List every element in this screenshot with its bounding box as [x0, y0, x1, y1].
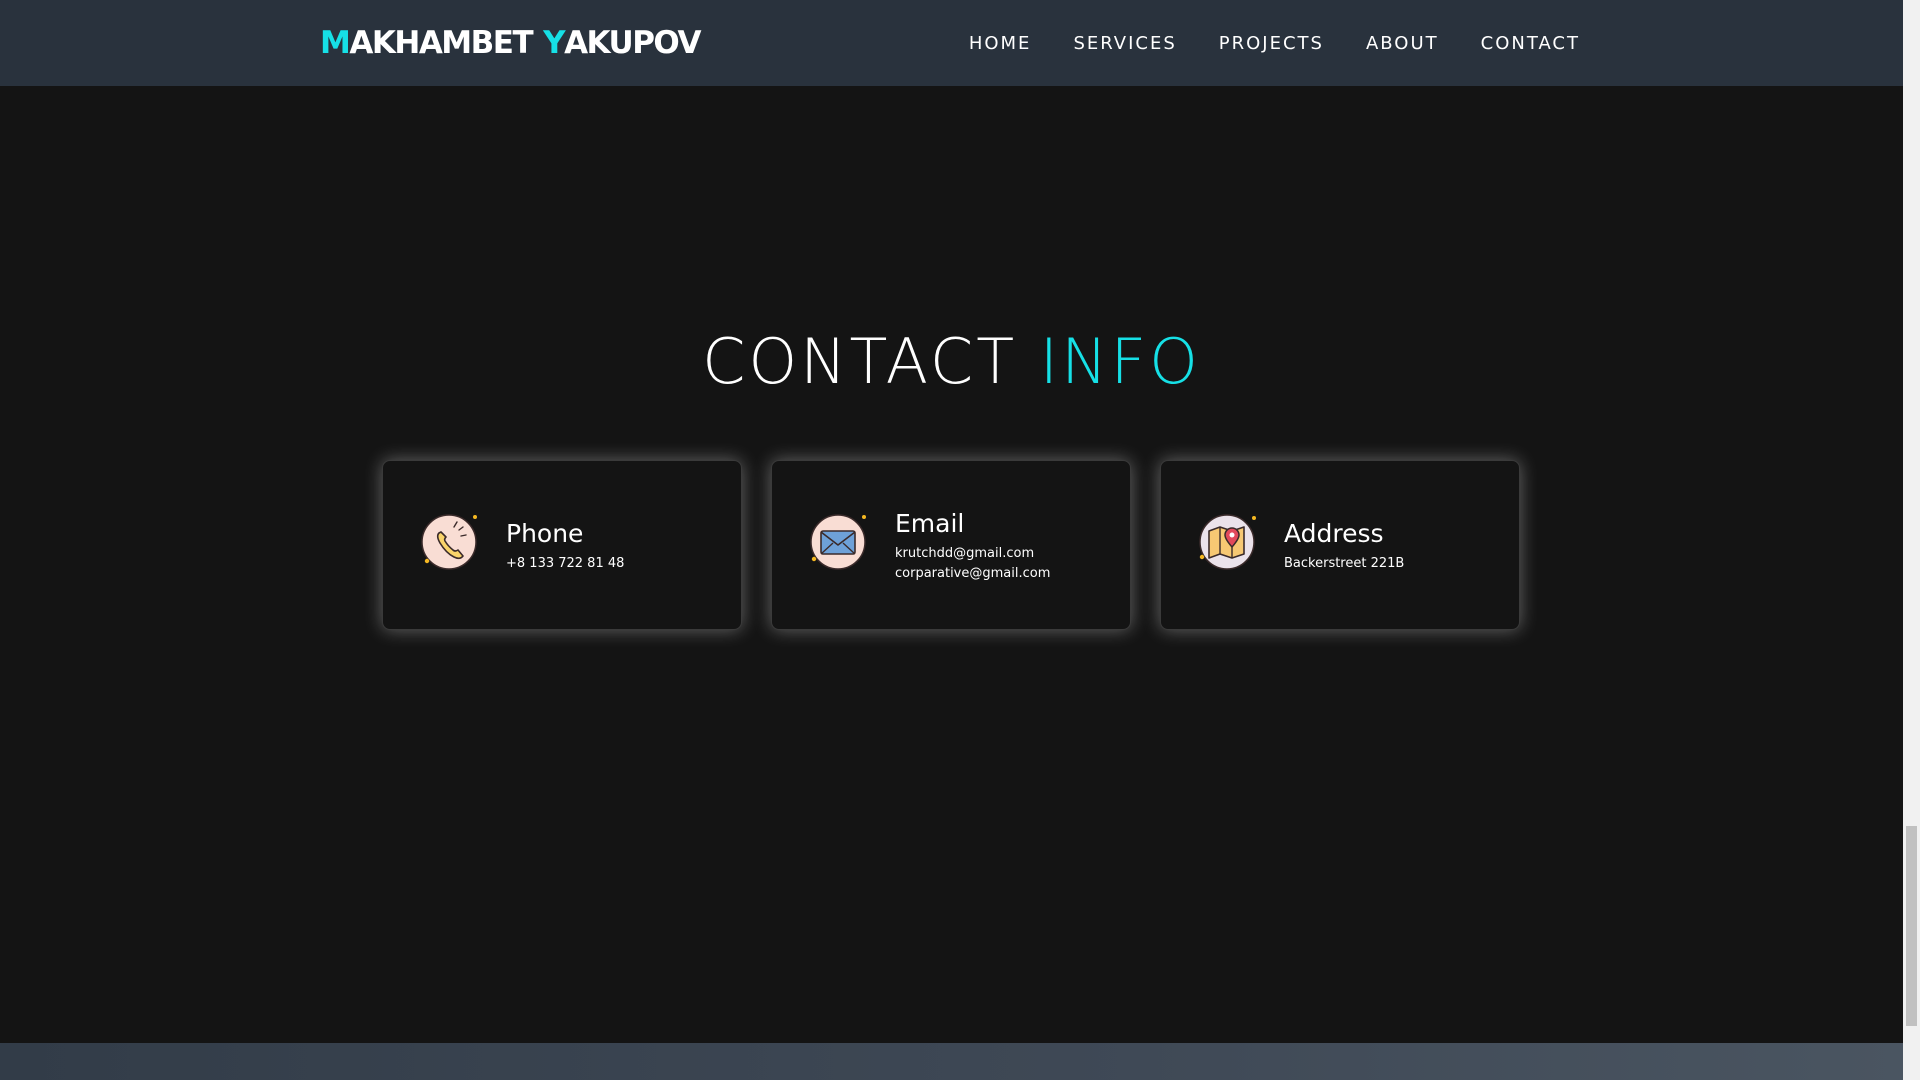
phone-icon [421, 514, 477, 570]
logo-last-name: AKUPOV [564, 25, 701, 61]
nav-about[interactable]: ABOUT [1366, 33, 1439, 54]
email-label: Email [895, 509, 965, 538]
main-nav: HOME SERVICES PROJECTS ABOUT CONTACT [969, 0, 1580, 86]
envelope-icon [810, 514, 866, 570]
logo-initial-last: Y [543, 25, 565, 61]
header: M AKHAMBET Y AKUPOV HOME SERVICES PROJECTS … [0, 0, 1903, 86]
nav-services[interactable]: SERVICES [1073, 33, 1176, 54]
scrollbar-thumb[interactable] [1906, 826, 1917, 1026]
email-address-1[interactable]: krutchdd@gmail.com [895, 544, 1050, 564]
page-scrollbar[interactable] [1903, 0, 1920, 1080]
section-title-main: CONTACT [702, 325, 1018, 398]
footer-strip [0, 1043, 1903, 1080]
nav-projects[interactable]: PROJECTS [1219, 33, 1324, 54]
nav-contact[interactable]: CONTACT [1481, 33, 1580, 54]
map-pin-icon [1199, 514, 1256, 570]
contact-card-email: Email krutchdd@gmail.com corparative@gma… [771, 460, 1131, 630]
section-title: CONTACT INFO [0, 325, 1903, 398]
phone-label: Phone [506, 519, 584, 548]
logo-initial-first: M [320, 25, 351, 61]
contact-card-phone: Phone +8 133 722 81 48 [382, 460, 742, 630]
phone-number[interactable]: +8 133 722 81 48 [506, 554, 624, 574]
site-logo[interactable]: M AKHAMBET Y AKUPOV [320, 0, 701, 86]
logo-first-name: AKHAMBET [349, 25, 533, 61]
nav-home[interactable]: HOME [969, 33, 1032, 54]
contact-cards: Phone +8 133 722 81 48 Email krutchdd@gm… [382, 460, 1520, 630]
email-address-2[interactable]: corparative@gmail.com [895, 564, 1050, 584]
contact-card-address: Address Backerstreet 221B [1160, 460, 1520, 630]
address-label: Address [1284, 519, 1384, 548]
street-address: Backerstreet 221B [1284, 556, 1405, 571]
section-title-accent: INFO [1039, 325, 1201, 398]
